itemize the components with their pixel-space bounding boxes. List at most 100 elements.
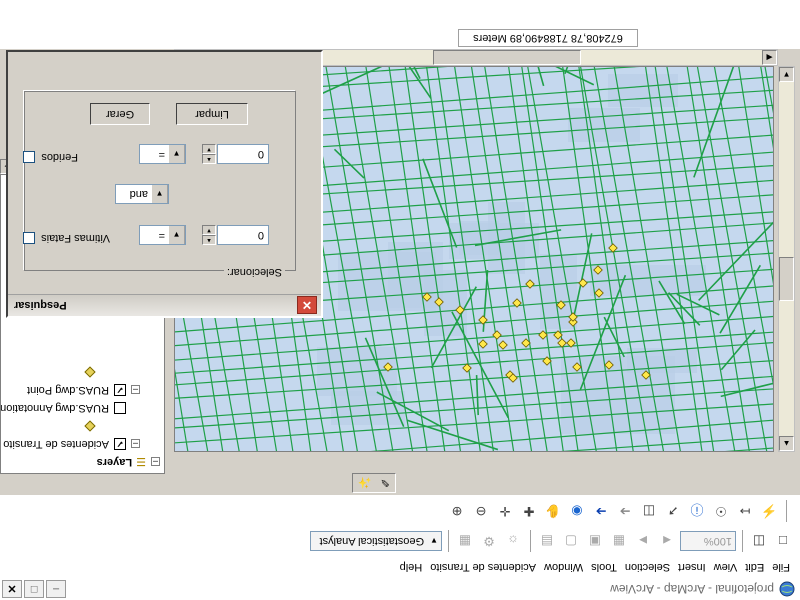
forward-arrow-icon[interactable]: ➔ xyxy=(614,500,636,522)
select-features-icon[interactable]: ◫ xyxy=(638,500,660,522)
lightning-icon[interactable]: ⚡ xyxy=(758,500,780,522)
close-button[interactable]: ✕ xyxy=(2,580,22,598)
collapse-icon[interactable]: – xyxy=(131,439,140,450)
toc-acidentes-label: Acidentes de Transito xyxy=(3,438,109,450)
layers-icon: ☰ xyxy=(136,455,146,468)
avenue-line xyxy=(603,316,625,358)
small-toolbar: ✎ ✨ xyxy=(0,473,800,496)
toolbar-separator xyxy=(741,530,743,552)
arcscene-icon[interactable]: ✨ xyxy=(355,474,375,492)
layout-fit-icon[interactable]: ▢ xyxy=(560,530,582,552)
vitimas-checkbox[interactable] xyxy=(23,232,36,244)
feridos-spinner[interactable]: ▲ ▼ xyxy=(202,144,216,164)
point-symbol-icon xyxy=(84,420,96,432)
avenue-line xyxy=(720,377,774,398)
editor-icon[interactable]: ✎ xyxy=(375,474,395,492)
toc-acidentes-row[interactable]: – ✓ Acidentes de Transito xyxy=(3,435,140,453)
geostat-tool-1-icon[interactable]: ☼ xyxy=(502,530,524,552)
avenue-line xyxy=(720,329,756,371)
open-folder-icon[interactable]: ◫ xyxy=(748,530,770,552)
menu-tools[interactable]: Tools xyxy=(587,561,621,573)
zoom-in-icon[interactable]: ⊕ xyxy=(446,500,468,522)
gerar-button[interactable]: Gerar xyxy=(90,103,150,125)
collapse-icon[interactable]: – xyxy=(131,385,140,396)
vertical-scroll-thumb[interactable] xyxy=(779,257,794,301)
feridos-value-input[interactable]: 0 xyxy=(217,144,269,164)
scroll-up-icon[interactable]: ▲ xyxy=(779,436,794,451)
full-extent-globe-icon[interactable]: ◉ xyxy=(566,500,588,522)
collapse-icon[interactable]: – xyxy=(151,457,160,468)
layer-checkbox-annotation[interactable] xyxy=(114,402,126,414)
scroll-down-icon[interactable]: ▼ xyxy=(779,67,794,82)
street-line xyxy=(174,374,774,421)
new-document-icon[interactable]: □ xyxy=(772,530,794,552)
zoom-combo[interactable]: 100% xyxy=(680,531,736,551)
geostat-tool-3-icon[interactable]: ▦ xyxy=(454,530,476,552)
street-line xyxy=(174,445,774,452)
geostat-tool-2-icon[interactable]: ⚙ xyxy=(478,530,500,552)
spin-down-icon[interactable]: ▼ xyxy=(202,225,216,235)
accident-point[interactable] xyxy=(525,279,535,289)
accident-point[interactable] xyxy=(492,330,502,340)
feridos-operator-select[interactable]: ▼ = xyxy=(139,144,186,164)
toc-layers-row[interactable]: – ☰ Layers xyxy=(97,453,160,471)
binoculars-icon[interactable]: ☉ xyxy=(710,500,732,522)
fixed-zoom-in-icon[interactable]: ✛ xyxy=(494,500,516,522)
back-arrow-icon[interactable]: ➔ xyxy=(590,500,612,522)
menu-file[interactable]: File xyxy=(768,561,794,573)
chevron-down-icon: ▼ xyxy=(169,226,185,244)
menu-selection[interactable]: Selection xyxy=(621,561,674,573)
maximize-button[interactable]: □ xyxy=(24,580,44,598)
menu-acidentes[interactable]: Acidentes de Transito xyxy=(426,561,540,573)
street-line xyxy=(756,66,774,452)
menu-insert[interactable]: Insert xyxy=(674,561,710,573)
menu-help[interactable]: Help xyxy=(396,561,427,573)
spin-up-icon[interactable]: ▲ xyxy=(202,235,216,245)
zoom-out-icon[interactable]: ⊖ xyxy=(470,500,492,522)
logic-operator-value: and xyxy=(129,188,148,200)
logic-operator-select[interactable]: ▼ and xyxy=(115,184,169,204)
zoom-value: 100% xyxy=(703,535,732,547)
avenue-line xyxy=(475,375,479,416)
menu-window[interactable]: Window xyxy=(540,561,587,573)
layer-checkbox-acidentes[interactable]: ✓ xyxy=(114,438,126,450)
minimize-button[interactable]: – xyxy=(46,580,66,598)
vitimas-spinner[interactable]: ▲ ▼ xyxy=(202,225,216,245)
identify-icon[interactable]: ⓘ xyxy=(686,500,708,522)
accident-point[interactable] xyxy=(498,340,508,350)
table-icon[interactable]: ▦ xyxy=(608,530,630,552)
accident-point[interactable] xyxy=(478,339,488,349)
forward-extent-icon[interactable]: ► xyxy=(632,530,654,552)
toc-ruas-symbol-row xyxy=(84,363,98,381)
feridos-value: 0 xyxy=(257,148,264,160)
status-bar xyxy=(0,0,800,49)
layout-zoom-icon[interactable]: ▤ xyxy=(536,530,558,552)
select-elements-icon[interactable]: ➚ xyxy=(662,500,684,522)
layer-checkbox-ruas-point[interactable]: ✓ xyxy=(114,384,126,396)
fixed-zoom-out-icon[interactable]: ✚ xyxy=(518,500,540,522)
pesquisar-close-icon[interactable]: ✕ xyxy=(297,296,317,315)
geostatistical-analyst-dropdown[interactable]: ▼ Geostatistical Analyst xyxy=(310,531,442,551)
measure-icon[interactable]: ↦ xyxy=(734,500,756,522)
feridos-row: Feridos xyxy=(23,151,78,163)
pan-hand-icon[interactable]: ✋ xyxy=(542,500,564,522)
accident-point[interactable] xyxy=(462,363,472,373)
menu-view[interactable]: View xyxy=(710,561,742,573)
layout-icon[interactable]: ▣ xyxy=(584,530,606,552)
tools-toolbar: ⚡ ↦ ☉ ⓘ ➚ ◫ ➔ ➔ ◉ ✋ ✚ ✛ ⊖ ⊕ xyxy=(0,496,800,526)
toc-annotation-row[interactable]: RUAS.dwg Annotation xyxy=(0,399,126,417)
map-vertical-scrollbar[interactable]: ▲ ▼ xyxy=(778,66,795,452)
spin-up-icon[interactable]: ▲ xyxy=(202,154,216,164)
vitimas-value-input[interactable]: 0 xyxy=(217,225,269,245)
scroll-left-icon[interactable]: ◀ xyxy=(762,50,777,65)
spin-down-icon[interactable]: ▼ xyxy=(202,144,216,154)
pesquisar-title-bar[interactable]: ✕ Pesquisar xyxy=(8,294,321,316)
limpar-button[interactable]: Limpar xyxy=(176,103,248,125)
feridos-checkbox[interactable] xyxy=(23,151,36,163)
back-extent-icon[interactable]: ◄ xyxy=(656,530,678,552)
vitimas-operator-select[interactable]: ▼ = xyxy=(139,225,186,245)
selecionar-label: Selecionar: xyxy=(223,266,285,278)
horizontal-scroll-thumb[interactable] xyxy=(433,50,581,65)
menu-edit[interactable]: Edit xyxy=(741,561,768,573)
toc-ruas-point-row[interactable]: – ✓ RUAS.dwg Point xyxy=(27,381,140,399)
